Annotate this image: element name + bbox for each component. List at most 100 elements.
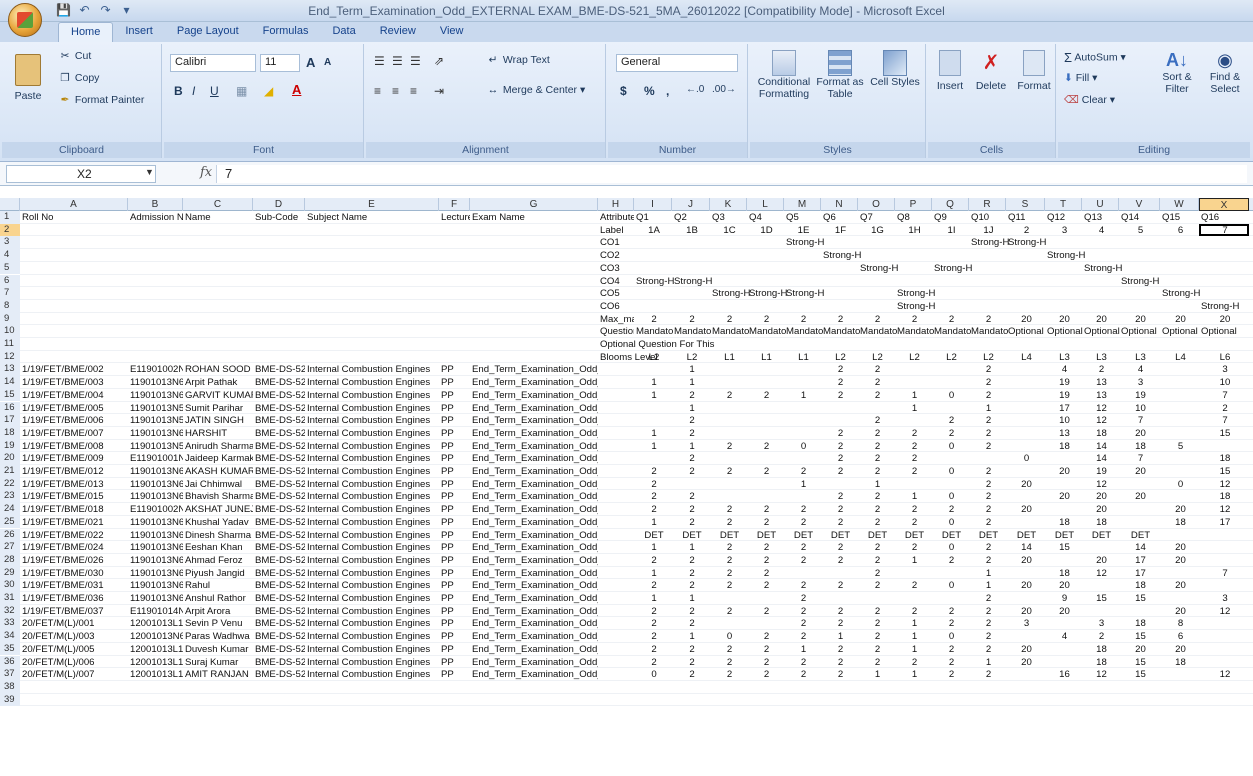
clear-button[interactable]: ⌫ Clear ▾ (1064, 94, 1115, 106)
row-header-14[interactable]: 14 (0, 376, 20, 389)
italic-button[interactable]: I (192, 84, 195, 98)
row-header-20[interactable]: 20 (0, 452, 20, 465)
column-header-d[interactable]: D (253, 198, 305, 211)
borders-icon[interactable]: ▦ (236, 84, 247, 98)
conditional-formatting-button[interactable]: Conditional Formatting (756, 50, 812, 100)
row-header-37[interactable]: 37 (0, 668, 20, 681)
row-header-2[interactable]: 2 (0, 223, 20, 237)
font-color-icon[interactable]: A (292, 82, 301, 97)
row-header-23[interactable]: 23 (0, 490, 20, 504)
worksheet-grid[interactable]: ABCDEFGHIJKLMNOPQRSTUVWX 1 2 3 4 5 6 7 8 9 10 11 12… (0, 188, 1253, 776)
select-all-corner[interactable] (0, 198, 20, 211)
row-header-35[interactable]: 35 (0, 642, 20, 656)
column-header-h[interactable]: H (598, 198, 634, 211)
column-header-c[interactable]: C (183, 198, 253, 211)
row-header-31[interactable]: 31 (0, 592, 20, 605)
font-name-select[interactable]: Calibri (170, 54, 256, 72)
align-left-icon[interactable]: ≡ (374, 84, 381, 98)
shrink-font-button[interactable]: A (324, 57, 331, 68)
align-bottom-icon[interactable]: ☰ (410, 54, 421, 68)
column-header-w[interactable]: W (1160, 198, 1199, 211)
format-cells-button[interactable]: Format (1014, 50, 1054, 92)
row-header-27[interactable]: 27 (0, 541, 20, 554)
percent-button[interactable]: % (644, 84, 655, 98)
row-header-24[interactable]: 24 (0, 503, 20, 516)
column-header-e[interactable]: E (305, 198, 439, 211)
row-header-3[interactable]: 3 (0, 236, 20, 250)
row-header-22[interactable]: 22 (0, 477, 20, 491)
column-header-m[interactable]: M (784, 198, 821, 211)
name-box-dropdown-icon[interactable]: ▼ (145, 167, 154, 177)
format-as-table-button[interactable]: Format as Table (814, 50, 866, 100)
row-header-38[interactable]: 38 (0, 680, 20, 694)
align-middle-icon[interactable]: ☰ (392, 54, 403, 68)
row-header-32[interactable]: 32 (0, 604, 20, 618)
tab-page-layout[interactable]: Page Layout (165, 22, 251, 42)
row-header-25[interactable]: 25 (0, 515, 20, 529)
indent-icon[interactable]: ⇥ (434, 84, 444, 98)
column-header-s[interactable]: S (1006, 198, 1045, 211)
insert-cells-button[interactable]: Insert (932, 50, 968, 92)
paste-button[interactable]: Paste (10, 54, 46, 102)
column-header-a[interactable]: A (20, 198, 128, 211)
row-header-30[interactable]: 30 (0, 579, 20, 592)
wrap-text-button[interactable]: ↵ Wrap Text (486, 54, 550, 66)
align-center-icon[interactable]: ≡ (392, 84, 399, 98)
column-header-n[interactable]: N (821, 198, 858, 211)
comma-button[interactable]: , (666, 84, 669, 98)
column-header-k[interactable]: K (710, 198, 747, 211)
column-header-r[interactable]: R (969, 198, 1006, 211)
insert-function-icon[interactable]: fx (200, 165, 212, 180)
column-header-b[interactable]: B (128, 198, 183, 211)
find-select-button[interactable]: ◉ Find & Select (1202, 50, 1248, 95)
column-header-v[interactable]: V (1119, 198, 1160, 211)
cut-button[interactable]: ✂ Cut (58, 50, 92, 62)
row-header-29[interactable]: 29 (0, 566, 20, 580)
fill-button[interactable]: ⬇ Fill ▾ (1064, 72, 1097, 84)
align-right-icon[interactable]: ≡ (410, 84, 417, 98)
row-header-1[interactable]: 1 (0, 211, 20, 224)
row-header-13[interactable]: 13 (0, 363, 20, 377)
font-size-select[interactable]: 11 (260, 54, 300, 72)
fill-color-icon[interactable]: ◢ (264, 84, 273, 98)
row-header-8[interactable]: 8 (0, 299, 20, 313)
row-header-26[interactable]: 26 (0, 528, 20, 542)
row-header-36[interactable]: 36 (0, 655, 20, 669)
grow-font-button[interactable]: A (306, 55, 315, 70)
row-header-4[interactable]: 4 (0, 249, 20, 262)
office-button[interactable] (8, 3, 42, 37)
column-header-u[interactable]: U (1082, 198, 1119, 211)
decrease-decimal-icon[interactable]: .00→ (712, 84, 736, 95)
row-header-10[interactable]: 10 (0, 325, 20, 338)
row-header-16[interactable]: 16 (0, 401, 20, 415)
formula-input[interactable]: 7 (216, 165, 1247, 183)
row-header-19[interactable]: 19 (0, 439, 20, 453)
autosum-button[interactable]: Σ AutoSum ▾ (1064, 50, 1126, 65)
row-header-9[interactable]: 9 (0, 312, 20, 326)
column-header-o[interactable]: O (858, 198, 895, 211)
tab-view[interactable]: View (428, 22, 476, 42)
column-header-l[interactable]: L (747, 198, 784, 211)
merge-center-button[interactable]: ↔ Merge & Center ▾ (486, 84, 586, 96)
sort-filter-button[interactable]: A↓ Sort & Filter (1154, 50, 1200, 95)
column-header-f[interactable]: F (439, 198, 470, 211)
row-header-6[interactable]: 6 (0, 274, 20, 288)
tab-data[interactable]: Data (320, 22, 367, 42)
row-header-18[interactable]: 18 (0, 426, 20, 440)
align-top-icon[interactable]: ☰ (374, 54, 385, 68)
name-box[interactable]: X2 (6, 165, 156, 183)
row-header-11[interactable]: 11 (0, 338, 20, 351)
row-header-39[interactable]: 39 (0, 693, 20, 707)
format-painter-button[interactable]: ✒ Format Painter (58, 94, 145, 106)
column-header-g[interactable]: G (470, 198, 598, 211)
row-header-15[interactable]: 15 (0, 388, 20, 402)
row-header-28[interactable]: 28 (0, 553, 20, 567)
row-header-5[interactable]: 5 (0, 261, 20, 275)
cell-styles-button[interactable]: Cell Styles (870, 50, 920, 88)
tab-home[interactable]: Home (58, 22, 114, 42)
tab-review[interactable]: Review (368, 22, 428, 42)
row-header-33[interactable]: 33 (0, 617, 20, 631)
orientation-icon[interactable]: ⇗ (434, 54, 444, 68)
delete-cells-button[interactable]: ✗ Delete (972, 50, 1010, 92)
copy-button[interactable]: ❐ Copy (58, 72, 99, 84)
